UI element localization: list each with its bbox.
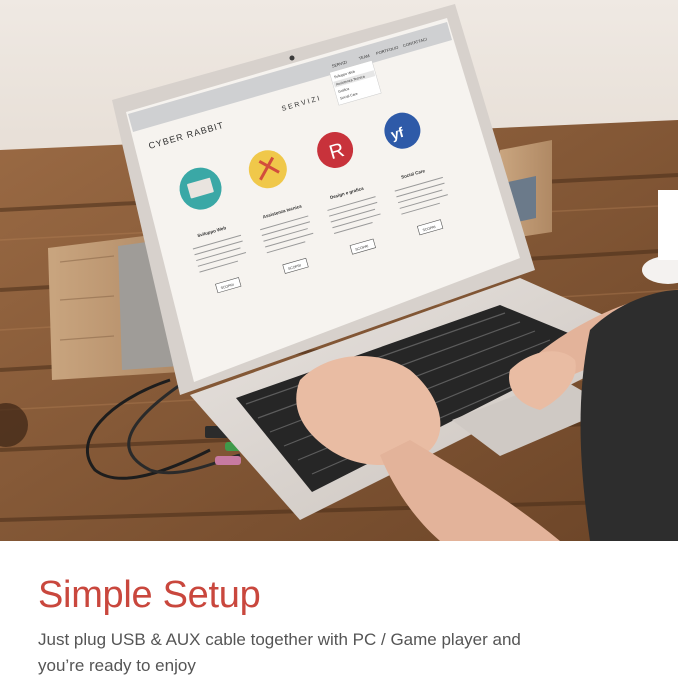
subline: Just plug USB & AUX cable together with … bbox=[38, 627, 658, 679]
subline-line-1: Just plug USB & AUX cable together with … bbox=[38, 630, 521, 649]
product-photo: CYBER RABBIT SERVIZI SERVIZI TEAM PORTFO… bbox=[0, 0, 678, 541]
headline: Simple Setup bbox=[38, 574, 261, 616]
subline-line-2: you’re ready to enjoy bbox=[38, 656, 196, 675]
caption: Simple Setup Just plug USB & AUX cable t… bbox=[38, 573, 658, 679]
